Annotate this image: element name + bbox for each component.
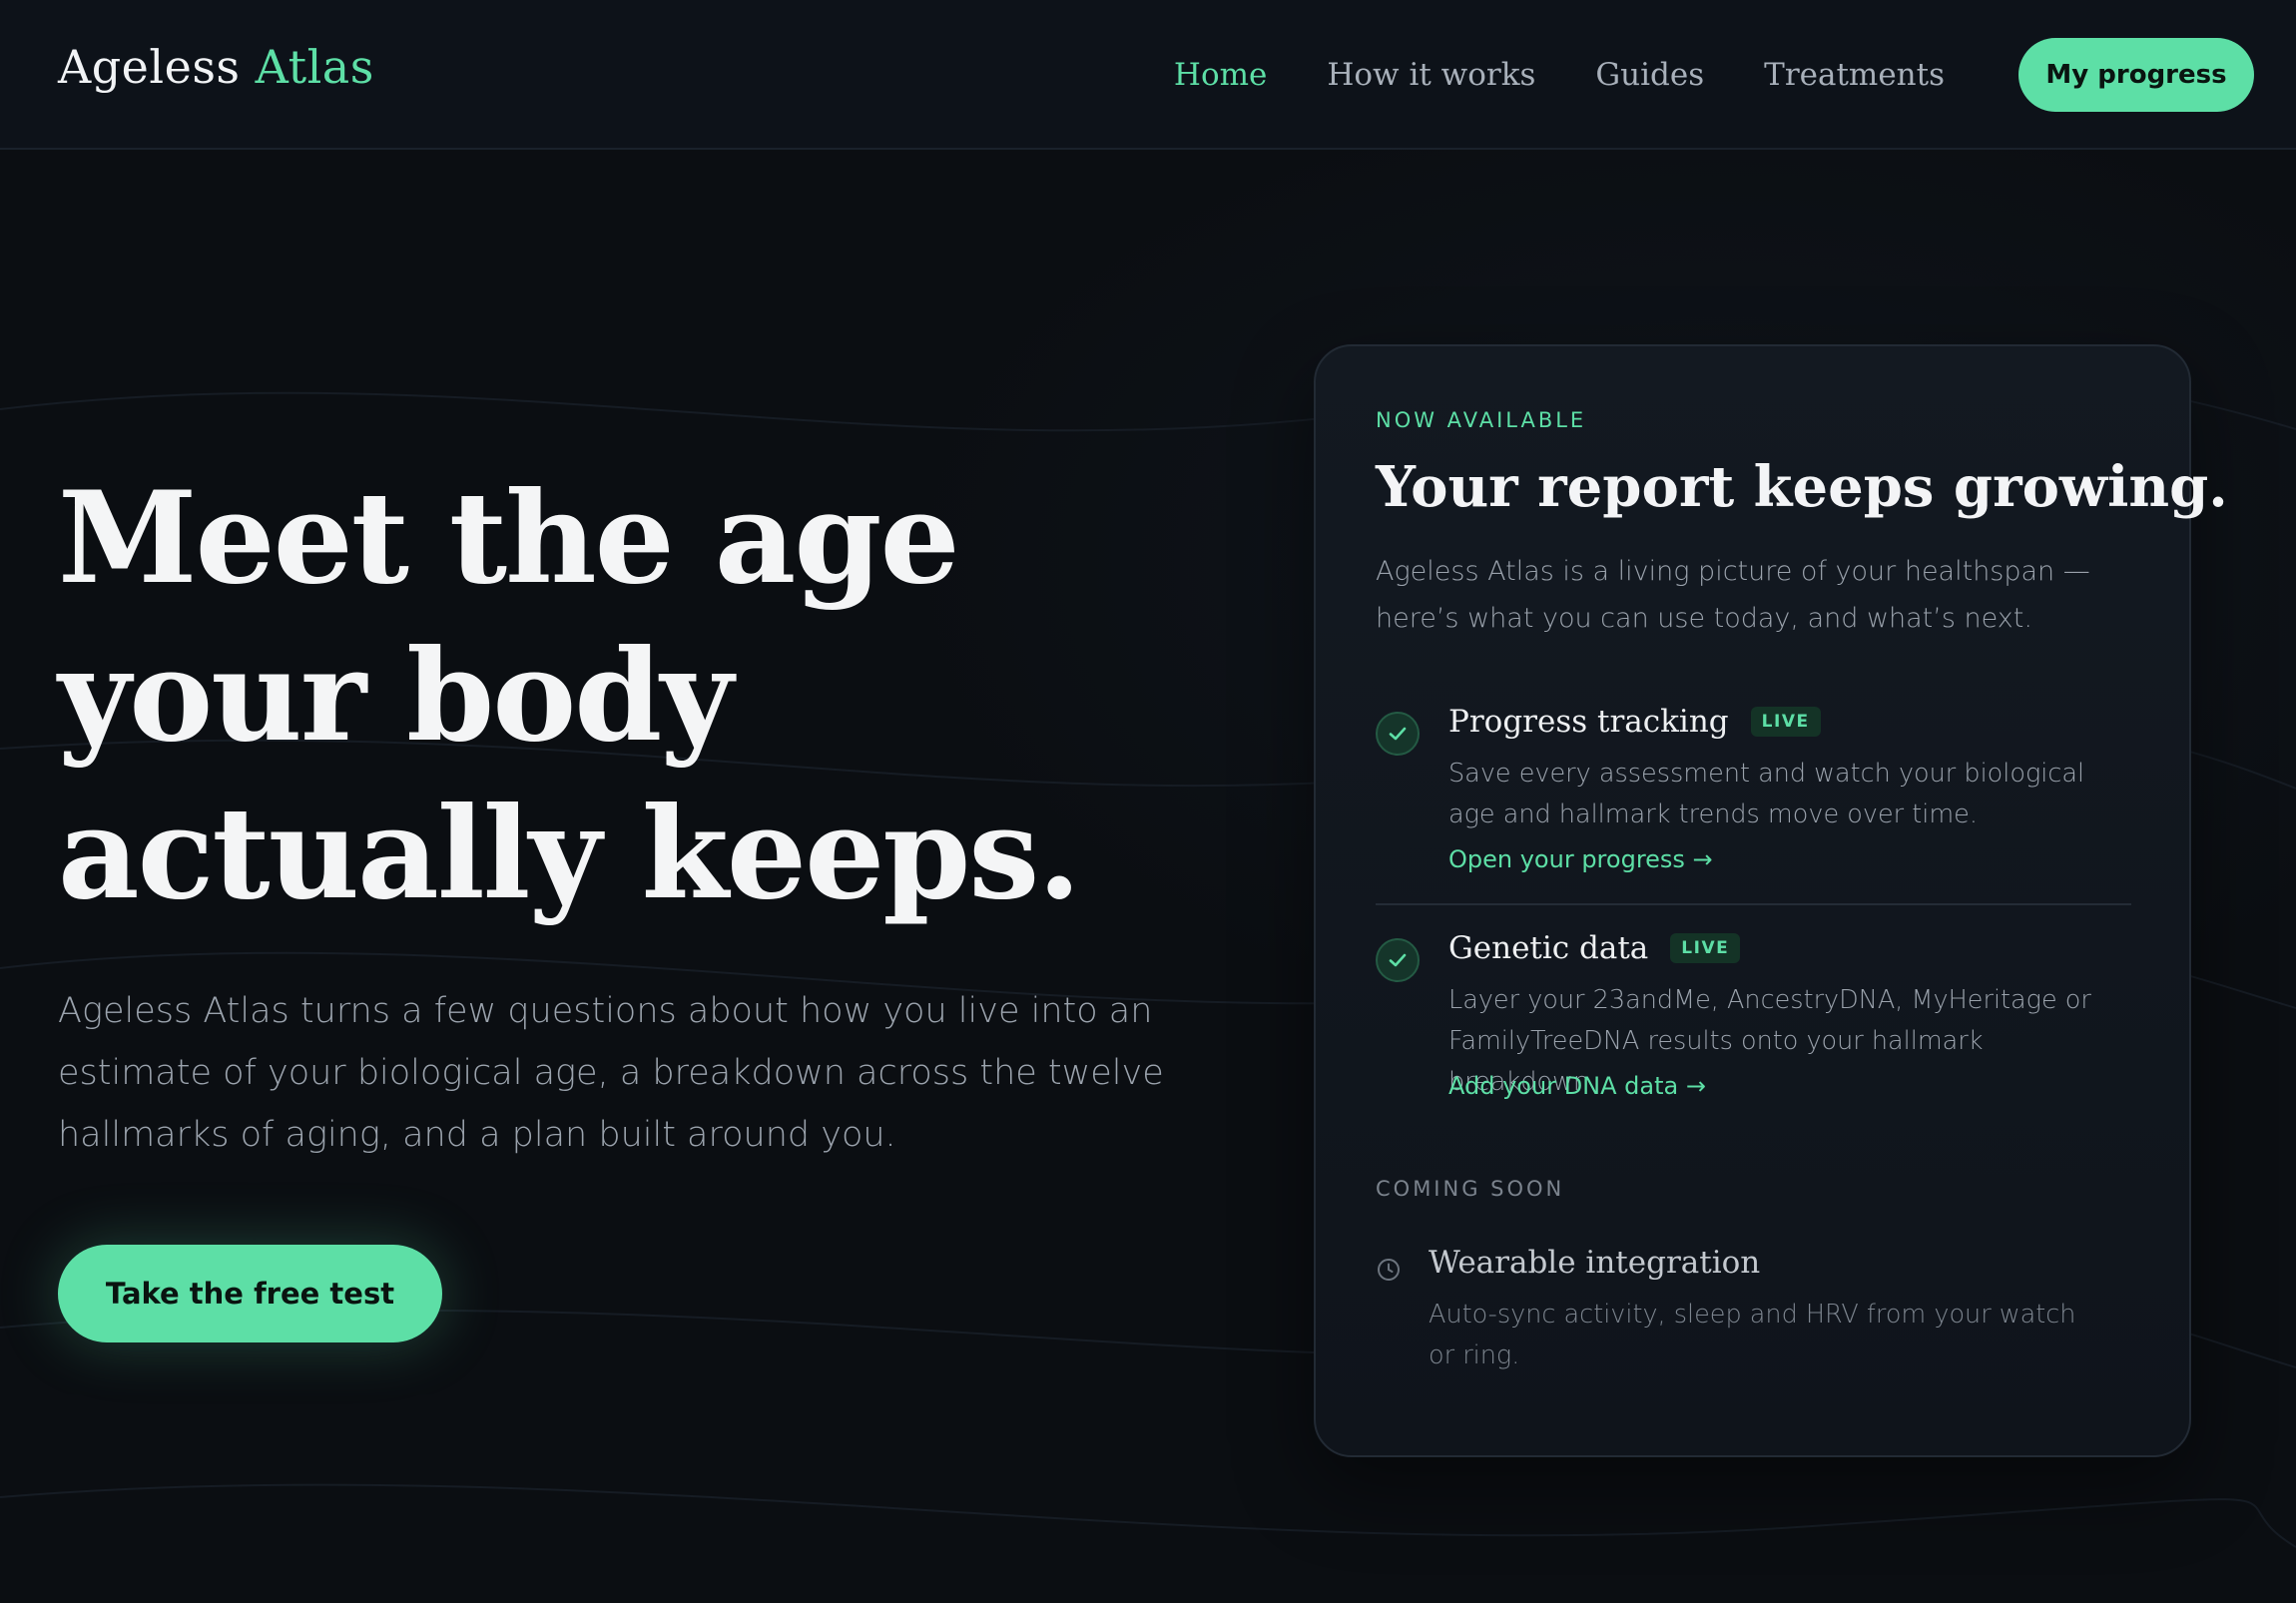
open-progress-link[interactable]: Open your progress → bbox=[1448, 845, 1713, 873]
coming-soon-label: COMING SOON bbox=[1376, 1177, 1565, 1201]
feature-header: Genetic data LIVE bbox=[1448, 930, 1741, 966]
feature-header: Progress tracking LIVE bbox=[1448, 704, 1821, 740]
feature-name: Progress tracking bbox=[1448, 704, 1729, 740]
logo-primary: Ageless bbox=[58, 40, 241, 94]
live-badge: LIVE bbox=[1670, 933, 1741, 963]
clock-icon bbox=[1378, 1259, 1400, 1281]
hero-title-line-3: actually keeps. bbox=[58, 780, 1081, 927]
my-progress-button[interactable]: My progress bbox=[2018, 38, 2254, 112]
check-icon bbox=[1376, 712, 1420, 756]
feature-description: Save every assessment and watch your bio… bbox=[1448, 759, 2085, 829]
page: Ageless Atlas Home How it works Guides T… bbox=[0, 0, 2296, 1603]
nav-home[interactable]: Home bbox=[1174, 57, 1267, 93]
nav-guides[interactable]: Guides bbox=[1595, 57, 1704, 93]
site-header: Ageless Atlas Home How it works Guides T… bbox=[0, 0, 2296, 150]
nav-treatments[interactable]: Treatments bbox=[1764, 57, 1945, 93]
hero-title-line-2: your body bbox=[58, 622, 734, 770]
now-available-label: NOW AVAILABLE bbox=[1376, 408, 1587, 432]
report-card: NOW AVAILABLE Your report keeps growing.… bbox=[1314, 344, 2228, 1457]
main-nav: Home How it works Guides Treatments My p… bbox=[1174, 0, 2296, 150]
feature-name: Genetic data bbox=[1448, 930, 1649, 966]
hero-subtitle: Ageless Atlas turns a few questions abou… bbox=[58, 991, 1164, 1155]
live-badge: LIVE bbox=[1750, 707, 1821, 737]
card-title: Your report keeps growing. bbox=[1376, 454, 2228, 520]
feature-divider bbox=[1376, 903, 2131, 905]
check-icon bbox=[1376, 938, 1420, 982]
hero-title: Meet the age your body actually keeps. bbox=[58, 459, 1156, 932]
add-dna-data-link[interactable]: Add your DNA data → bbox=[1448, 1072, 1706, 1100]
hero-title-line-1: Meet the age bbox=[58, 464, 960, 612]
take-free-test-button[interactable]: Take the free test bbox=[58, 1245, 442, 1342]
card-description: Ageless Atlas is a living picture of you… bbox=[1376, 556, 2090, 634]
logo-accent: Atlas bbox=[255, 40, 374, 94]
logo[interactable]: Ageless Atlas bbox=[58, 40, 374, 94]
feature-description: Auto-sync activity, sleep and HRV from y… bbox=[1429, 1300, 2076, 1370]
feature-name: Wearable integration bbox=[1429, 1245, 1761, 1281]
nav-how-it-works[interactable]: How it works bbox=[1327, 57, 1535, 93]
feature-header: Wearable integration bbox=[1429, 1245, 1760, 1281]
